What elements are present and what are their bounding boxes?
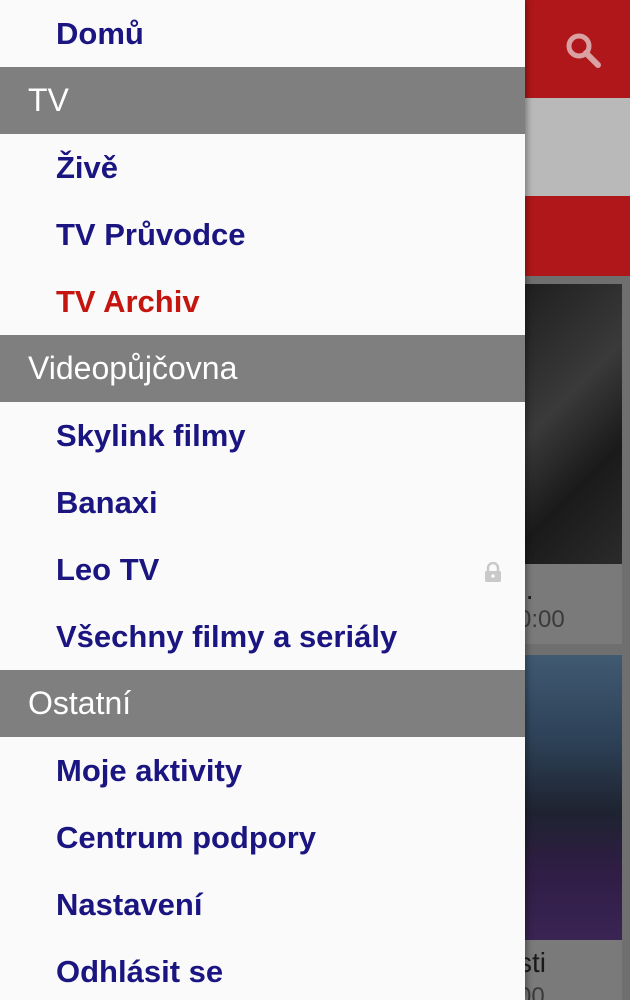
drawer-item-all-movies-series[interactable]: Všechny filmy a seriály [0,603,525,670]
section-header-tv: TV [0,67,525,134]
drawer-item-my-activities[interactable]: Moje aktivity [0,737,525,804]
drawer-item-tv-guide[interactable]: TV Průvodce [0,201,525,268]
drawer-item-live[interactable]: Živě [0,134,525,201]
drawer-item-label: Leo TV [56,551,160,587]
drawer-item-tv-archive[interactable]: TV Archiv [0,268,525,335]
drawer-item-skylink-movies[interactable]: Skylink filmy [0,402,525,469]
section-header-video-rental: Videopůjčovna [0,335,525,402]
drawer-item-logout[interactable]: Odhlásit se [0,938,525,1000]
program-time: 0:00 [518,606,565,633]
drawer-item-support-center[interactable]: Centrum podpory [0,804,525,871]
drawer-item-leo-tv[interactable]: Leo TV [0,536,525,603]
search-icon[interactable] [563,30,603,70]
drawer-item-settings[interactable]: Nastavení [0,871,525,938]
drawer-item-home[interactable]: Domů [0,0,525,67]
section-header-other: Ostatní [0,670,525,737]
navigation-drawer: Domů TV Živě TV Průvodce TV Archiv Video… [0,0,525,1000]
drawer-item-banaxi[interactable]: Banaxi [0,469,525,536]
lock-icon [485,562,501,582]
